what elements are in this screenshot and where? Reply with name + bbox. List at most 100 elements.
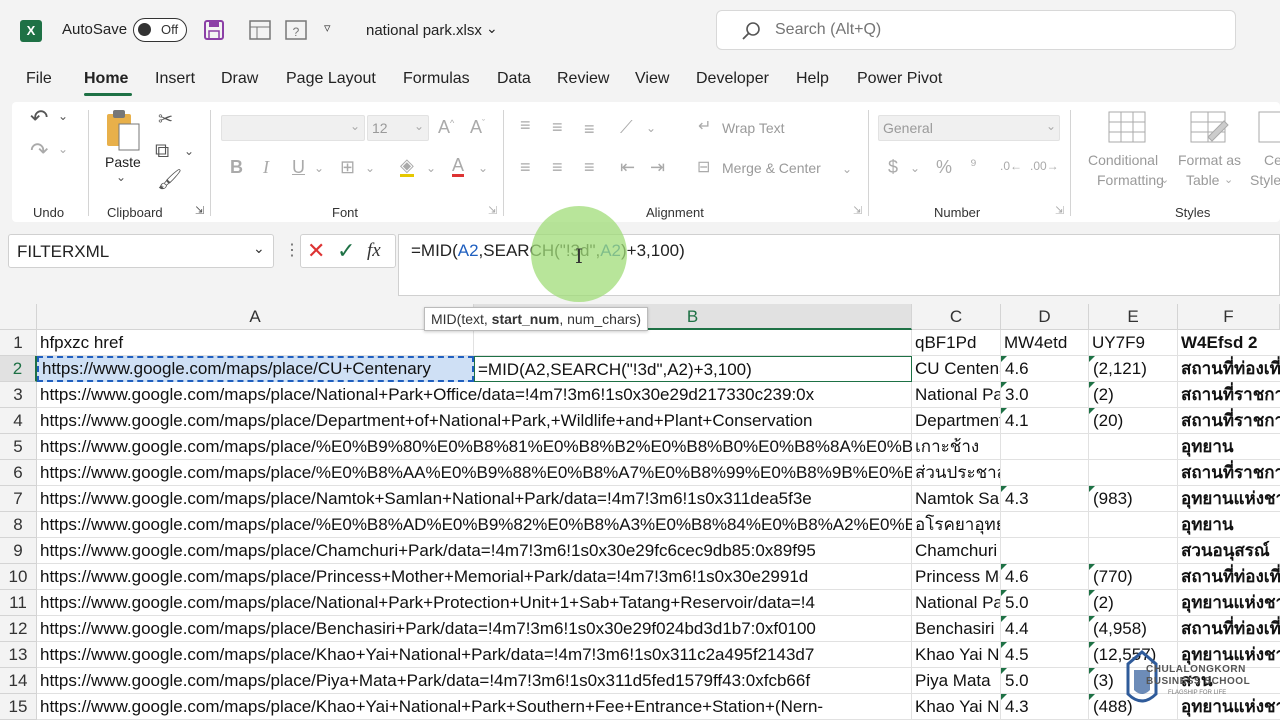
cell-a3[interactable]: https://www.google.com/maps/place/Nation… <box>37 382 912 408</box>
font-name-select[interactable] <box>221 115 365 141</box>
cell-c13[interactable]: Khao Yai National <box>912 642 1001 668</box>
cell-a8[interactable]: https://www.google.com/maps/place/%E0%B8… <box>37 512 961 538</box>
conditional-formatting-label-2[interactable]: Formatting <box>1097 172 1164 188</box>
increase-indent-icon[interactable]: ⇥ <box>650 158 665 176</box>
row-header[interactable]: 7 <box>0 486 37 512</box>
cell-c11[interactable]: National Park <box>912 590 1001 616</box>
tab-help[interactable]: Help <box>796 70 829 88</box>
column-header-c[interactable]: C <box>912 304 1001 330</box>
number-launcher-icon[interactable]: ⇲ <box>1055 206 1064 217</box>
cell-e12[interactable]: (4,958) <box>1089 616 1178 642</box>
borders-icon[interactable]: ⊞ <box>340 158 355 176</box>
cell-c9[interactable]: Chamchuri <box>912 538 1001 564</box>
increase-font-icon[interactable]: A^ <box>438 118 454 136</box>
cell-f6[interactable]: สถานที่ราชการ <box>1178 460 1280 486</box>
row-header[interactable]: 13 <box>0 642 37 668</box>
cell-d9[interactable] <box>1001 538 1089 564</box>
cell-c1[interactable]: qBF1Pd <box>912 330 1001 356</box>
cell-e4[interactable]: (20) <box>1089 408 1178 434</box>
cell-a15[interactable]: https://www.google.com/maps/place/Khao+Y… <box>37 694 912 720</box>
cell-f5[interactable]: อุทยาน <box>1178 434 1280 460</box>
cell-a5[interactable]: https://www.google.com/maps/place/%E0%B9… <box>37 434 959 460</box>
cell-c12[interactable]: Benchasiri <box>912 616 1001 642</box>
row-header[interactable]: 10 <box>0 564 37 590</box>
cell-a11[interactable]: https://www.google.com/maps/place/Nation… <box>37 590 912 616</box>
font-launcher-icon[interactable]: ⇲ <box>488 206 497 217</box>
cell-styles-label-1[interactable]: Ce <box>1264 152 1280 168</box>
font-size-dropdown-icon[interactable]: ⌄ <box>414 120 424 132</box>
cell-d11[interactable]: 5.0 <box>1001 590 1089 616</box>
percent-icon[interactable]: % <box>936 158 952 176</box>
save-icon[interactable] <box>203 19 225 41</box>
tab-view[interactable]: View <box>635 70 669 88</box>
search-box[interactable] <box>716 10 1236 50</box>
wrap-text-button[interactable]: Wrap Text <box>722 120 785 136</box>
comma-style-icon[interactable]: ⁹ <box>970 158 977 174</box>
row-header[interactable]: 8 <box>0 512 37 538</box>
cell-a7[interactable]: https://www.google.com/maps/place/Namtok… <box>37 486 912 512</box>
form-icon[interactable] <box>249 20 271 40</box>
row-header[interactable]: 14 <box>0 668 37 694</box>
cell-e7[interactable]: (983) <box>1089 486 1178 512</box>
cell-f7[interactable]: อุทยานแห่งชาติ <box>1178 486 1280 512</box>
increase-decimal-icon[interactable]: .0← <box>1000 160 1022 172</box>
cell-d12[interactable]: 4.4 <box>1001 616 1089 642</box>
row-header[interactable]: 4 <box>0 408 37 434</box>
merge-dropdown-icon[interactable]: ⌄ <box>842 163 852 175</box>
cell-d1[interactable]: MW4etd <box>1001 330 1089 356</box>
cell-d7[interactable]: 4.3 <box>1001 486 1089 512</box>
column-header-d[interactable]: D <box>1001 304 1089 330</box>
cell-c3[interactable]: National Park <box>912 382 1001 408</box>
cell-a13[interactable]: https://www.google.com/maps/place/Khao+Y… <box>37 642 912 668</box>
cell-b2[interactable]: =MID(A2,SEARCH("!3d",A2)+3,100) <box>474 356 912 382</box>
format-as-table-label-2[interactable]: Table <box>1186 172 1219 188</box>
insert-function-icon[interactable]: fx <box>367 240 381 262</box>
cell-e2[interactable]: (2,121) <box>1089 356 1178 382</box>
search-input[interactable] <box>775 19 1175 41</box>
row-header[interactable]: 1 <box>0 330 37 356</box>
merge-center-icon[interactable]: ⊟ <box>697 160 710 176</box>
row-header[interactable]: 6 <box>0 460 37 486</box>
cell-f3[interactable]: สถานที่ราชการ <box>1178 382 1280 408</box>
cell-f2[interactable]: สถานที่ท่องเที่ยว <box>1178 356 1280 382</box>
cell-c5[interactable]: เกาะช้าง <box>912 434 1001 460</box>
undo-icon[interactable]: ↶ <box>30 107 48 129</box>
align-right-icon[interactable]: ≡ <box>584 158 595 176</box>
cell-d3[interactable]: 3.0 <box>1001 382 1089 408</box>
row-header[interactable]: 12 <box>0 616 37 642</box>
cell-a1[interactable]: hfpxzc href <box>37 330 474 356</box>
align-middle-icon[interactable]: ≡ <box>552 118 563 136</box>
paste-icon[interactable] <box>104 108 142 152</box>
cell-f8[interactable]: อุทยาน <box>1178 512 1280 538</box>
align-center-icon[interactable]: ≡ <box>552 158 563 176</box>
fill-color-dropdown-icon[interactable]: ⌄ <box>426 162 436 174</box>
align-bottom-icon[interactable]: ≡ <box>584 120 595 138</box>
cell-d8[interactable] <box>1001 512 1089 538</box>
more-options-icon[interactable]: ⋮ <box>284 240 300 260</box>
cell-b1[interactable] <box>474 330 912 356</box>
decrease-decimal-icon[interactable]: .00→ <box>1030 160 1059 172</box>
font-color-icon[interactable]: A <box>452 156 465 177</box>
autosave-toggle[interactable]: Off <box>133 18 187 42</box>
cell-styles-label-2[interactable]: Style <box>1250 172 1280 188</box>
cell-e3[interactable]: (2) <box>1089 382 1178 408</box>
conditional-formatting-label-1[interactable]: Conditional <box>1088 152 1158 168</box>
decrease-font-icon[interactable]: Aˇ <box>470 118 485 136</box>
cell-c6[interactable]: ส่วนประชาสัมพันธ์ <box>912 460 1001 486</box>
cell-d5[interactable] <box>1001 434 1089 460</box>
cell-e1[interactable]: UY7F9 <box>1089 330 1178 356</box>
conditional-formatting-icon[interactable] <box>1108 111 1146 145</box>
enter-icon[interactable]: ✓ <box>337 238 355 264</box>
clipboard-launcher-icon[interactable]: ⇲ <box>195 206 204 217</box>
name-box[interactable]: FILTERXML ⌄ <box>8 234 274 268</box>
decrease-indent-icon[interactable]: ⇤ <box>620 158 635 176</box>
orientation-dropdown-icon[interactable]: ⌄ <box>646 122 656 134</box>
bold-icon[interactable]: B <box>230 158 243 176</box>
cell-f1[interactable]: W4Efsd 2 <box>1178 330 1280 356</box>
column-header-a[interactable]: A <box>37 304 474 330</box>
number-format-dropdown-icon[interactable]: ⌄ <box>1046 120 1056 132</box>
cell-d10[interactable]: 4.6 <box>1001 564 1089 590</box>
redo-icon[interactable]: ↷ <box>30 140 48 162</box>
merge-center-button[interactable]: Merge & Center <box>722 160 821 176</box>
alignment-launcher-icon[interactable]: ⇲ <box>853 206 862 217</box>
